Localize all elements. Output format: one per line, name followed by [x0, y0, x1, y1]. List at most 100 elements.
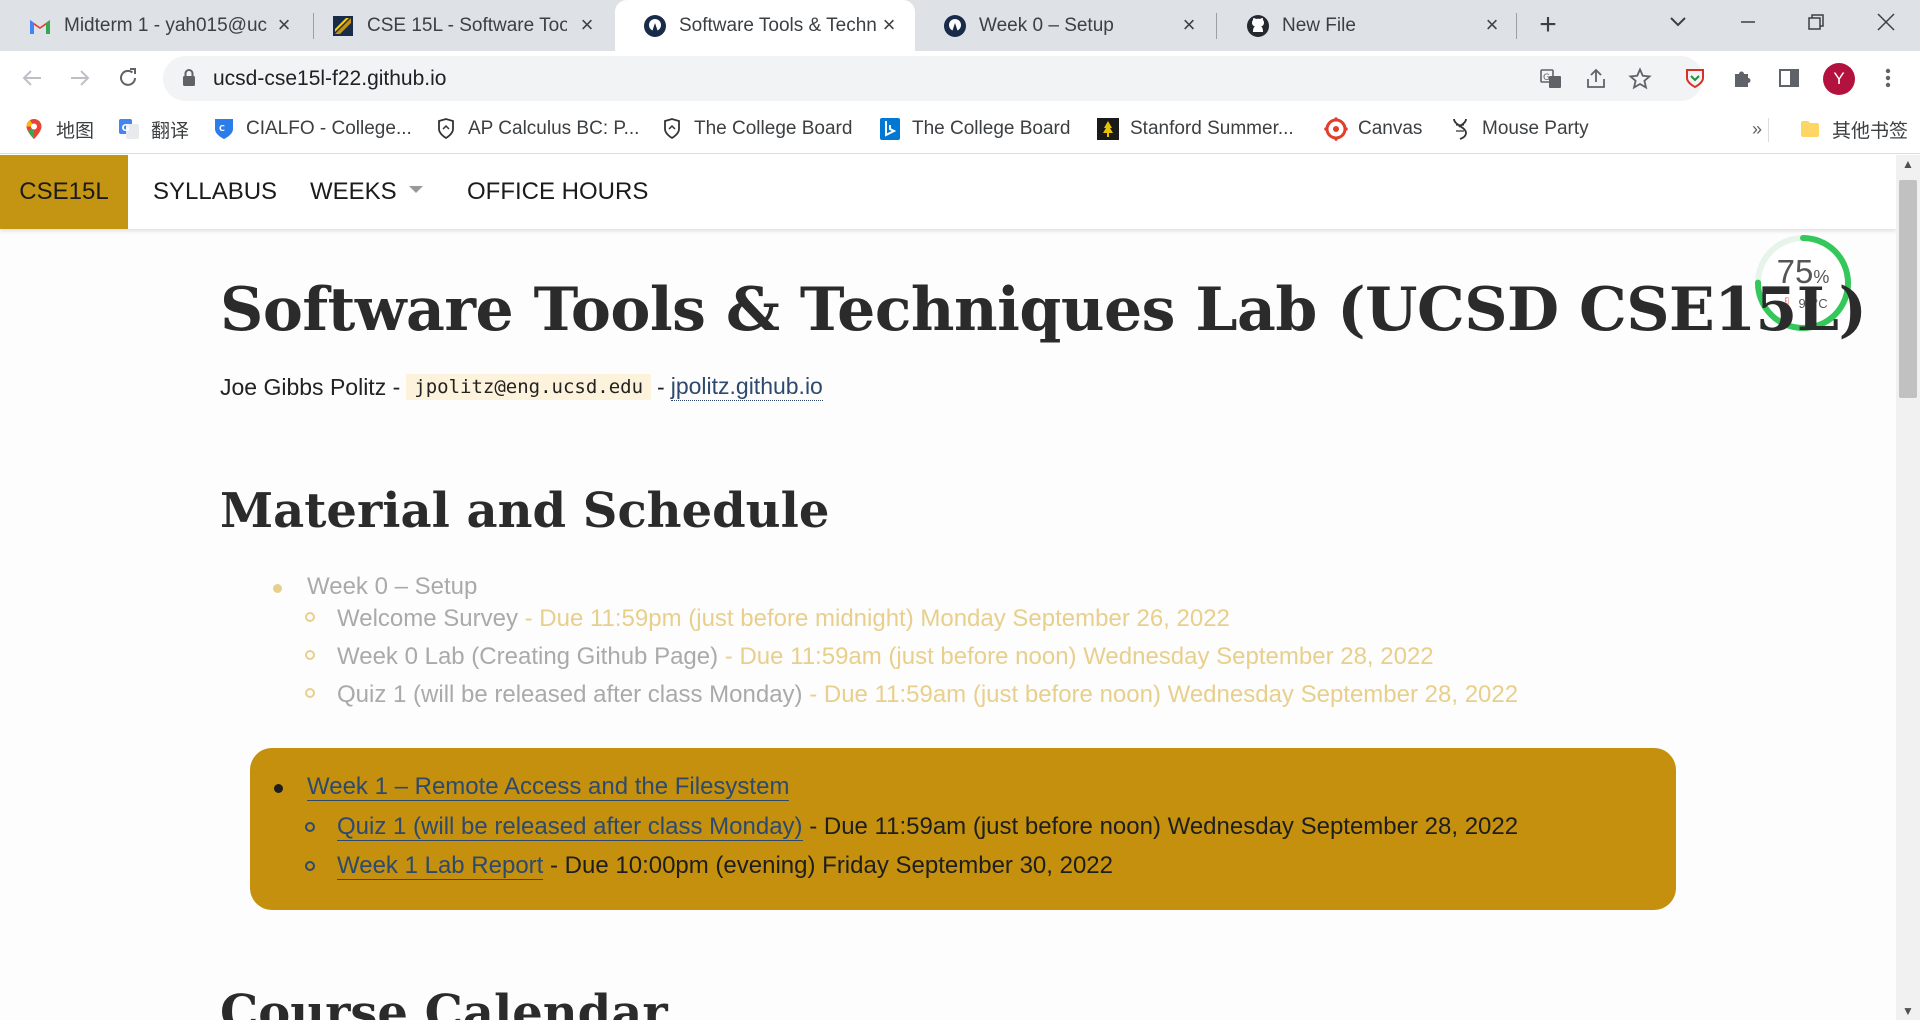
bookmark-label: The College Board [912, 118, 1071, 139]
bookmark-label: Stanford Summer... [1130, 118, 1294, 139]
shield-extension-icon [1686, 69, 1704, 89]
list-sub-bullet [305, 650, 315, 660]
close-tab-icon[interactable]: × [1480, 13, 1504, 37]
more-bookmarks-button[interactable]: » [1752, 106, 1762, 152]
svg-text:G: G [122, 123, 130, 134]
ucsd-triton-icon [643, 14, 667, 38]
list-item: Week 1 Lab Report - Due 10:00pm (evening… [337, 849, 1113, 883]
cialfo-shield-icon: C [212, 117, 236, 141]
dna-icon [1448, 117, 1472, 141]
tab-divider [1216, 13, 1217, 39]
bookmark-label: AP Calculus BC: P... [468, 118, 640, 139]
author-name: Joe Gibbs Politz - [220, 373, 401, 400]
translate-icon: G [117, 117, 141, 141]
share-icon[interactable] [1581, 64, 1611, 94]
tab-title: Midterm 1 - yah015@uc [64, 14, 268, 36]
minimize-button[interactable] [1716, 0, 1780, 44]
author-byline: Joe Gibbs Politz - jpolitz@eng.ucsd.edu … [220, 373, 823, 401]
svg-text:C: C [219, 124, 225, 133]
nav-office-hours-link[interactable]: OFFICE HOURS [467, 155, 648, 229]
ucsd-triton-icon [943, 14, 967, 38]
puzzle-icon [1735, 71, 1751, 87]
bookmark-label: Mouse Party [1482, 118, 1589, 139]
bookmark-item[interactable]: The College Board [660, 106, 852, 152]
week-0-link[interactable]: Week 0 – Setup [307, 573, 477, 600]
tab-cse15l[interactable]: CSE 15L - Software Tool × [303, 0, 613, 51]
page-viewport[interactable]: CSE15L SYLLABUS WEEKS OFFICE HOURS 75% 🌡… [0, 155, 1920, 1020]
page-scrollbar[interactable]: ▲ ▼ [1896, 155, 1920, 1020]
tab-gmail[interactable]: Midterm 1 - yah015@uc × [0, 0, 310, 51]
back-button[interactable] [14, 60, 50, 96]
translate-icon[interactable]: G [1536, 64, 1566, 94]
scroll-down-arrow-icon[interactable]: ▼ [1896, 1004, 1920, 1018]
nav-syllabus-link[interactable]: SYLLABUS [153, 155, 277, 229]
tab-search-button[interactable] [1646, 0, 1710, 44]
github-icon [1246, 14, 1270, 38]
lock-icon[interactable] [181, 68, 197, 93]
close-window-button[interactable] [1854, 0, 1918, 44]
quiz-1-link[interactable]: Quiz 1 (will be released after class Mon… [337, 813, 803, 841]
other-bookmarks-folder[interactable]: 其他书签 [1798, 106, 1908, 152]
list-sub-bullet [305, 822, 315, 832]
bookmark-star-icon[interactable] [1625, 64, 1655, 94]
tab-title: CSE 15L - Software Tool [367, 14, 567, 36]
list-item: Welcome Survey - Due 11:59pm (just befor… [337, 602, 1230, 636]
list-bullet [273, 584, 282, 593]
caret-down-icon [408, 186, 423, 194]
close-tab-icon[interactable]: × [575, 13, 599, 37]
week-1-block-current: Week 1 – Remote Access and the Filesyste… [250, 748, 1676, 910]
side-panel-button[interactable] [1771, 60, 1807, 96]
url-text[interactable]: ucsd-cse15l-f22.github.io [213, 56, 446, 101]
new-tab-button[interactable]: + [1532, 10, 1564, 42]
site-brand-link[interactable]: CSE15L [0, 155, 128, 229]
scrollbar-thumb[interactable] [1899, 180, 1917, 398]
bookmark-item[interactable]: Canvas [1324, 106, 1422, 152]
close-tab-icon[interactable]: × [272, 13, 296, 37]
bookmark-label: CIALFO - College... [246, 118, 412, 139]
bookmark-item[interactable]: G 翻译 [117, 106, 189, 152]
browser-menu-button[interactable] [1870, 60, 1906, 96]
restore-button[interactable] [1784, 0, 1848, 44]
due-text: - Due 11:59am (just before noon) Wednesd… [802, 813, 1519, 840]
tab-week0-setup[interactable]: Week 0 – Setup × [915, 0, 1215, 51]
week-1-lab-report-link[interactable]: Week 1 Lab Report [337, 852, 544, 880]
scroll-up-arrow-icon[interactable]: ▲ [1896, 157, 1920, 171]
bookmark-item[interactable]: Mouse Party [1448, 106, 1589, 152]
list-item: Quiz 1 (will be released after class Mon… [337, 810, 1518, 844]
profile-avatar[interactable]: Y [1823, 63, 1855, 95]
bookmark-item[interactable]: C CIALFO - College... [212, 106, 412, 152]
list-sub-bullet [305, 688, 315, 698]
bookmark-item[interactable]: The College Board [878, 106, 1070, 152]
svg-text:G: G [1543, 73, 1550, 83]
bing-icon [878, 117, 902, 141]
week-0-lab-link[interactable]: Week 0 Lab (Creating Github Page) [337, 643, 718, 670]
canvas-icon [1324, 117, 1348, 141]
address-bar[interactable]: ucsd-cse15l-f22.github.io G [163, 56, 1703, 101]
author-site-link[interactable]: jpolitz.github.io [670, 373, 823, 401]
reload-button[interactable] [110, 60, 146, 96]
welcome-survey-link[interactable]: Welcome Survey [337, 605, 518, 632]
nav-weeks-label: WEEKS [310, 178, 397, 205]
forward-button[interactable] [62, 60, 98, 96]
week-1-link[interactable]: Week 1 – Remote Access and the Filesyste… [307, 773, 790, 801]
bookmark-item[interactable]: AP Calculus BC: P... [434, 106, 639, 152]
byline-separator: - [657, 373, 665, 400]
page-title: Software Tools & Techniques Lab (UCSD CS… [220, 275, 1867, 345]
nav-weeks-dropdown[interactable]: WEEKS [310, 155, 423, 229]
close-tab-icon[interactable]: × [1177, 13, 1201, 37]
bookmark-item[interactable]: 地图 [22, 106, 94, 152]
list-bullet [274, 784, 283, 793]
close-tab-icon[interactable]: × [877, 13, 901, 37]
bookmark-divider [1768, 118, 1769, 142]
tab-software-tools[interactable]: Software Tools & Techn × [615, 0, 915, 51]
tab-divider [1516, 13, 1517, 39]
bookmark-label: 地图 [56, 120, 95, 142]
bookmark-item[interactable]: Stanford Summer... [1096, 106, 1294, 152]
tab-new-file[interactable]: New File × [1218, 0, 1518, 51]
week-title: Week 0 – Setup [307, 570, 477, 604]
section-title-material-schedule: Material and Schedule [220, 483, 830, 539]
quiz-1-link[interactable]: Quiz 1 (will be released after class Mon… [337, 681, 803, 708]
extensions-button[interactable] [1724, 60, 1760, 96]
extension-shield-button[interactable] [1677, 60, 1713, 96]
bookmark-label: 其他书签 [1832, 120, 1909, 142]
